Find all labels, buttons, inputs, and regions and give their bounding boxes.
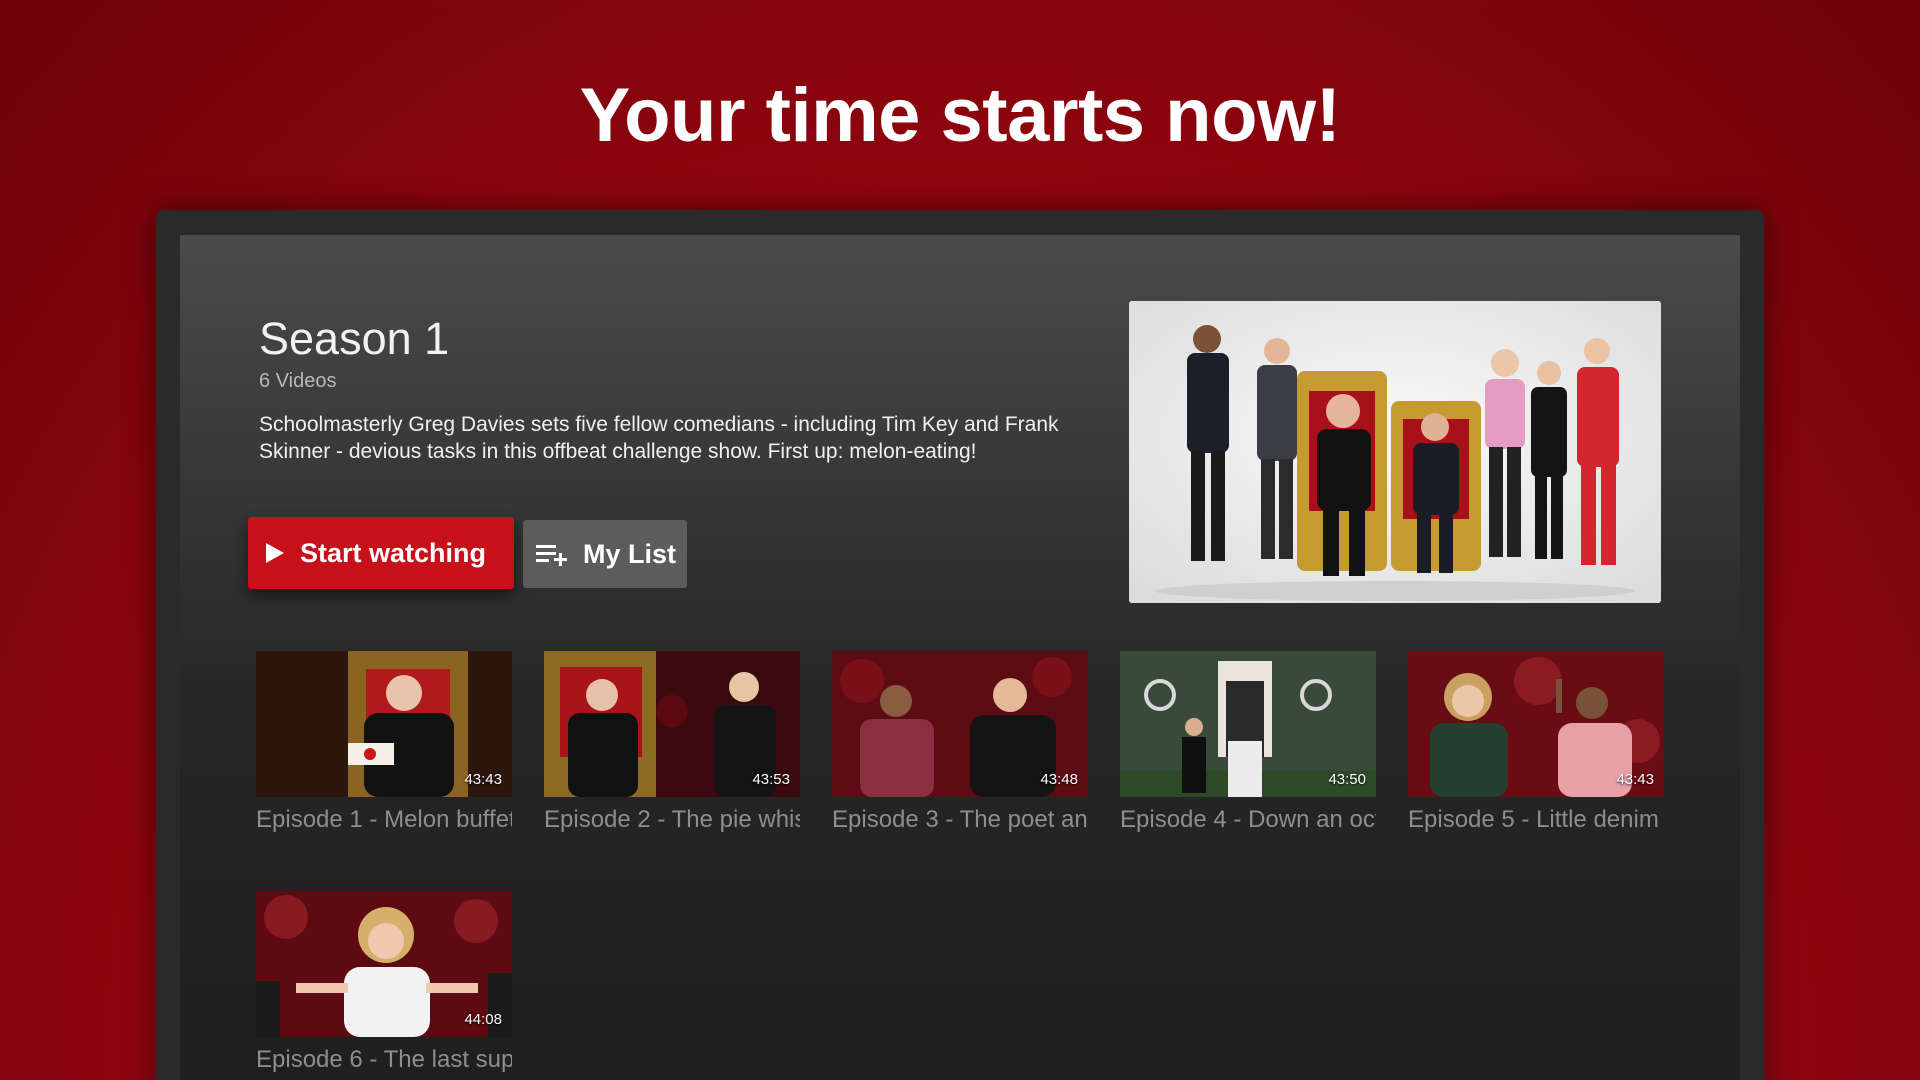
episode-title: Episode 5 - Little denim shorts	[1408, 806, 1664, 833]
episode-card[interactable]: 43:53 Episode 2 - The pie whisker	[544, 651, 800, 834]
episode-card[interactable]: 43:43 Episode 5 - Little denim shorts	[1408, 651, 1664, 834]
play-icon	[264, 541, 286, 565]
episode-thumbnail: 43:43	[1408, 651, 1664, 797]
episode-thumbnail: 43:50	[1120, 651, 1376, 797]
my-list-label: My List	[583, 538, 677, 569]
season-title: Season 1	[259, 313, 450, 364]
playlist-add-icon	[535, 542, 569, 566]
episode-title: Episode 1 - Melon buffet	[256, 806, 512, 833]
episode-duration: 43:43	[464, 771, 502, 788]
episode-card[interactable]: 43:50 Episode 4 - Down an octave	[1120, 651, 1376, 834]
page-headline: Your time starts now!	[579, 73, 1341, 158]
season-hero-image	[1129, 301, 1661, 603]
episode-thumbnail: 43:43	[256, 651, 512, 797]
episode-thumbnail: 43:53	[544, 651, 800, 797]
start-watching-button[interactable]: Start watching	[248, 517, 514, 589]
episode-card[interactable]: 43:48 Episode 3 - The poet and the basta…	[832, 651, 1088, 834]
episode-title: Episode 3 - The poet and the bastard	[832, 806, 1088, 833]
episode-title: Episode 6 - The last supper	[256, 1046, 512, 1073]
episode-title: Episode 4 - Down an octave	[1120, 806, 1376, 833]
start-watching-label: Start watching	[300, 537, 487, 568]
video-count: 6 Videos	[259, 370, 337, 392]
season-description: Schoolmasterly Greg Davies sets five fel…	[259, 413, 1059, 463]
episode-card[interactable]: 43:43 Episode 1 - Melon buffet	[256, 651, 512, 834]
episode-thumbnail: 44:08	[256, 891, 512, 1037]
episode-duration: 43:50	[1328, 771, 1366, 788]
episode-duration: 44:08	[464, 1011, 502, 1028]
episode-duration: 43:53	[752, 771, 790, 788]
episode-duration: 43:43	[1616, 771, 1654, 788]
episode-card[interactable]: 44:08 Episode 6 - The last supper	[256, 891, 512, 1074]
my-list-button[interactable]: My List	[523, 520, 687, 588]
episode-title: Episode 2 - The pie whisker	[544, 806, 800, 833]
episode-thumbnail: 43:48	[832, 651, 1088, 797]
tv-screen: Season 1 6 Videos Schoolmasterly Greg Da…	[180, 235, 1740, 1080]
episode-duration: 43:48	[1040, 771, 1078, 788]
